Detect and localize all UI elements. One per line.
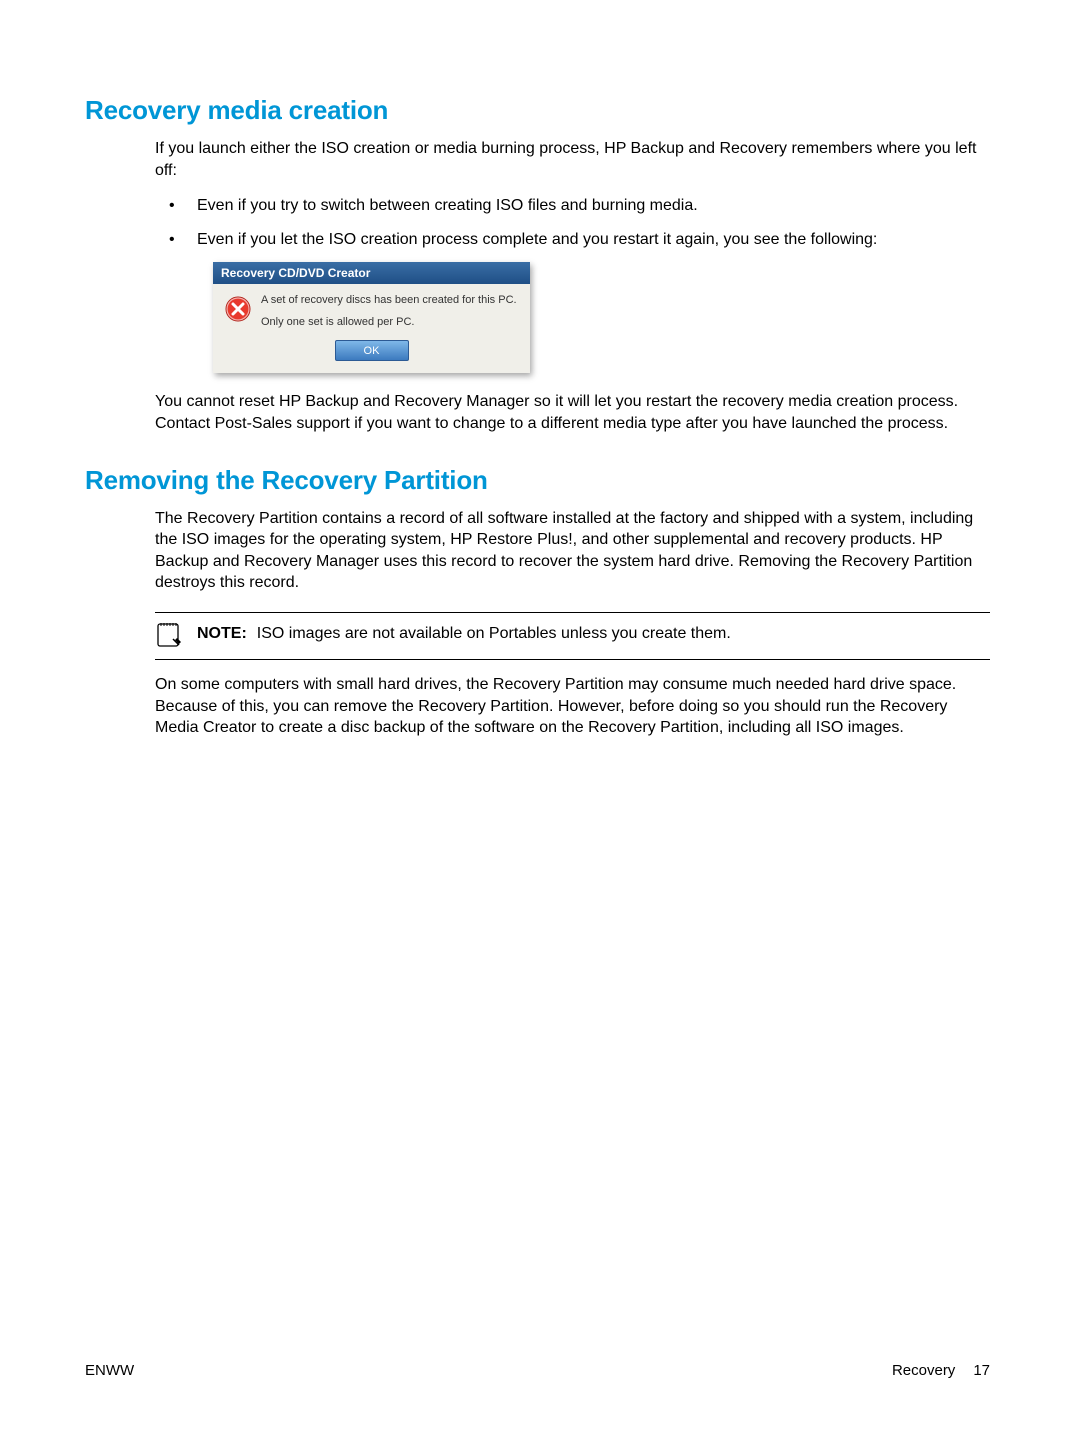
footer-right: Recovery 17 [892, 1362, 990, 1379]
dialog-messages: A set of recovery discs has been created… [261, 294, 520, 328]
bullet-item: Even if you try to switch between creati… [155, 195, 990, 217]
dialog-recovery-creator: Recovery CD/DVD Creator A set of recover… [213, 262, 530, 373]
page-footer: ENWW Recovery 17 [85, 1362, 990, 1379]
dialog-content-row: A set of recovery discs has been created… [223, 294, 520, 328]
footer-section-label: Recovery [892, 1362, 955, 1379]
dialog-body: A set of recovery discs has been created… [213, 284, 530, 373]
bullet-item: Even if you let the ISO creation process… [155, 229, 990, 251]
note-icon [155, 621, 183, 649]
section2-para2: On some computers with small hard drives… [85, 674, 990, 739]
document-page: Recovery media creation If you launch ei… [0, 0, 1080, 1437]
dialog-message-2: Only one set is allowed per PC. [261, 316, 520, 328]
heading-recovery-media-creation: Recovery media creation [85, 95, 990, 126]
note-text: NOTE: ISO images are not available on Por… [197, 623, 731, 645]
intro-paragraph: If you launch either the ISO creation or… [85, 138, 990, 181]
note-callout: NOTE: ISO images are not available on Por… [155, 612, 990, 660]
section2-para1: The Recovery Partition contains a record… [85, 508, 990, 594]
footer-left: ENWW [85, 1362, 134, 1379]
error-icon [225, 296, 251, 322]
page-number: 17 [973, 1362, 990, 1379]
note-label: NOTE: [197, 625, 247, 642]
dialog-message-1: A set of recovery discs has been created… [261, 294, 520, 306]
heading-removing-recovery-partition: Removing the Recovery Partition [85, 465, 990, 496]
dialog-titlebar: Recovery CD/DVD Creator [213, 262, 530, 284]
after-dialog-paragraph: You cannot reset HP Backup and Recovery … [85, 391, 990, 434]
note-body: ISO images are not available on Portable… [257, 625, 731, 642]
bullet-list: Even if you try to switch between creati… [85, 195, 990, 250]
ok-button[interactable]: OK [335, 340, 409, 361]
